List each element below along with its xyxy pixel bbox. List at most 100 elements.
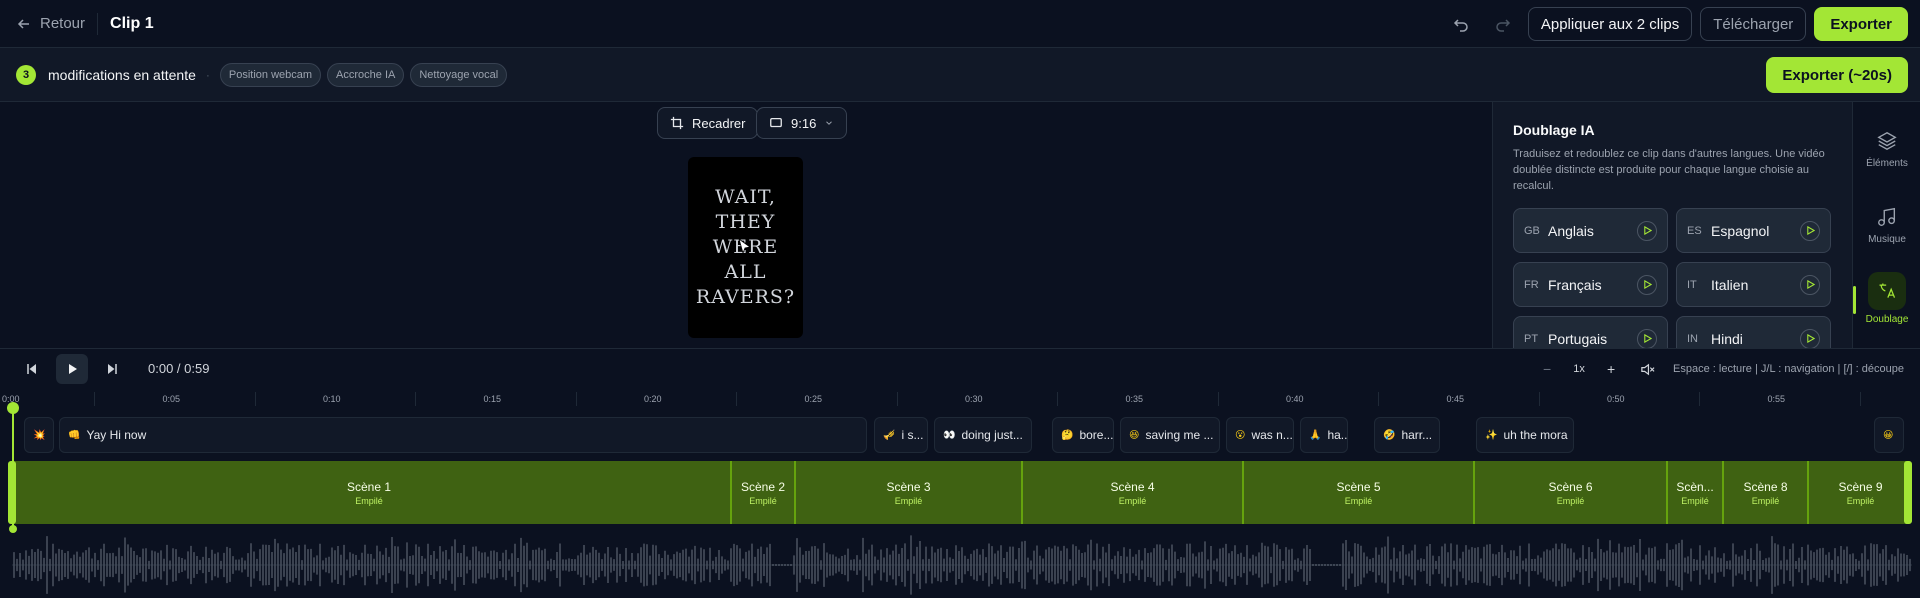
undo-button[interactable] <box>1444 7 1478 41</box>
chip-ai-hook: Accroche IA <box>327 62 405 87</box>
ruler-tick-label: 0:55 <box>1767 394 1786 404</box>
caption-emoji: 😆 <box>1129 429 1140 441</box>
scene-mode: Empilé <box>1846 495 1875 506</box>
scene-block[interactable]: Scène 9 Empilé <box>1809 461 1912 524</box>
language-code: PT <box>1524 332 1539 345</box>
top-bar: Retour Clip 1 Appliquer aux 2 clips Télé… <box>0 0 1920 48</box>
translate-icon <box>1879 283 1896 298</box>
speed-button[interactable]: 1x <box>1569 363 1589 375</box>
rail-elements[interactable]: Éléments <box>1853 130 1920 169</box>
caption-emoji: 😮 <box>1235 429 1246 441</box>
playhead-base <box>9 525 17 533</box>
panel-title: Doublage IA <box>1513 122 1595 138</box>
caption-segment[interactable]: 😀 <box>1874 417 1904 453</box>
caption-segment[interactable]: 💥 <box>24 417 54 453</box>
ruler-tick-label: 0:25 <box>804 394 823 404</box>
export-estimate-button[interactable]: Exporter (~20s) <box>1766 57 1908 93</box>
language-card-spanish[interactable]: ES Espagnol <box>1676 208 1831 253</box>
play-preview-icon[interactable] <box>1800 328 1820 348</box>
preview-stage: Recadrer 9:16 WAIT, THEY WERE ALL RAVERS… <box>0 102 1492 348</box>
scene-name: Scène 1 <box>346 479 392 494</box>
play-preview-icon[interactable] <box>1637 328 1657 348</box>
scene-mode: Empilé <box>1118 495 1147 506</box>
scene-block[interactable]: Scène 1 Empilé <box>8 461 732 524</box>
caption-segment[interactable]: 😮 was n... <box>1226 417 1294 453</box>
playhead[interactable] <box>12 404 14 530</box>
caption-segment[interactable]: ✨ uh the mora <box>1476 417 1574 453</box>
scene-mode: Empilé <box>1681 495 1709 506</box>
pending-label: modifications en attente <box>48 66 196 83</box>
caption-text: saving me ... <box>1145 428 1214 442</box>
arrow-left-icon <box>17 18 29 29</box>
skip-forward-icon <box>108 363 117 374</box>
scene-mode: Empilé <box>894 495 923 506</box>
skip-back-button[interactable] <box>16 353 48 385</box>
scene-block[interactable]: Scène 6 Empilé <box>1475 461 1668 524</box>
scene-block[interactable]: Scèn... Empilé <box>1668 461 1724 524</box>
caption-text: uh the mora <box>1503 428 1568 442</box>
language-name: Italien <box>1711 276 1749 293</box>
scene-mode: Empilé <box>749 495 777 506</box>
caption-text: ha... <box>1327 428 1348 442</box>
rail-music[interactable]: Musique <box>1853 206 1920 245</box>
timeline-ruler[interactable]: 0:00 0:05 0:10 0:15 0:20 0:25 0:30 0:35 0:40 0:45… <box>0 388 1920 410</box>
back-button[interactable]: Retour <box>16 15 85 32</box>
rail-dubbing[interactable]: Doublage <box>1853 272 1920 325</box>
caption-emoji: 🙏 <box>1309 429 1322 441</box>
language-card-portuguese[interactable]: PT Portugais <box>1513 316 1668 348</box>
reframe-button[interactable]: Recadrer <box>657 107 759 139</box>
scene-block[interactable]: Scène 5 Empilé <box>1244 461 1475 524</box>
ruler-tick-line <box>415 392 416 406</box>
ruler-tick-line <box>254 392 256 406</box>
caption-segment[interactable]: 🤣 harr... <box>1374 417 1440 453</box>
ruler-tick-line <box>575 392 577 406</box>
cursor-pointer-icon <box>738 238 751 254</box>
language-name: Français <box>1548 276 1602 293</box>
scene-name: Scène 8 <box>1743 479 1788 494</box>
screen-icon <box>770 117 782 128</box>
caption-emoji: ✨ <box>1485 429 1498 441</box>
playhead-knob[interactable] <box>7 402 19 414</box>
play-preview-icon[interactable] <box>1637 220 1657 241</box>
language-card-french[interactable]: FR Français <box>1513 262 1668 307</box>
trim-handle-right[interactable] <box>1904 461 1912 524</box>
scene-block[interactable]: Scène 2 Empilé <box>732 461 796 524</box>
zoom-in-button[interactable]: + <box>1601 361 1621 377</box>
language-card-italian[interactable]: IT Italien <box>1676 262 1831 307</box>
caption-segment[interactable]: 😆 saving me ... <box>1120 417 1220 453</box>
caption-segment[interactable]: 🤔 bore... <box>1052 417 1114 453</box>
mute-button[interactable] <box>1633 362 1661 377</box>
zoom-out-button[interactable]: − <box>1537 361 1557 377</box>
keyboard-shortcuts-hint: Espace : lecture | J/L : navigation | [/… <box>1673 363 1904 375</box>
redo-button[interactable] <box>1486 7 1520 41</box>
language-code: GB <box>1524 224 1540 237</box>
download-button[interactable]: Télécharger <box>1700 7 1807 41</box>
scene-block[interactable]: Scène 3 Empilé <box>796 461 1023 524</box>
caption-segment[interactable]: 🎺 i s... <box>874 417 928 453</box>
caption-segment[interactable]: 👊 Yay Hi now <box>59 417 867 453</box>
ruler-tick-line <box>896 392 898 406</box>
language-code: IN <box>1687 332 1698 345</box>
mute-speaker-icon <box>1640 363 1655 375</box>
redo-icon <box>1496 19 1510 32</box>
ruler-tick-line <box>736 392 737 406</box>
scene-block[interactable]: Scène 8 Empilé <box>1724 461 1809 524</box>
caption-segment[interactable]: 👀 doing just... <box>934 417 1032 453</box>
caption-text: harr... <box>1401 428 1433 442</box>
language-name: Espagnol <box>1711 222 1770 239</box>
skip-forward-button[interactable] <box>96 353 128 385</box>
aspect-ratio-select[interactable]: 9:16 <box>756 107 848 139</box>
apply-to-clips-button[interactable]: Appliquer aux 2 clips <box>1527 7 1693 41</box>
caption-emoji: 😀 <box>1883 429 1894 441</box>
play-preview-icon[interactable] <box>1800 220 1820 241</box>
language-card-english[interactable]: GB Anglais <box>1513 208 1668 253</box>
play-button[interactable] <box>56 353 88 384</box>
export-button[interactable]: Exporter <box>1814 7 1908 41</box>
ruler-tick-label: 0:10 <box>323 394 341 404</box>
language-card-hindi[interactable]: IN Hindi <box>1676 316 1831 348</box>
caption-segment[interactable]: 🙏 ha... <box>1300 417 1348 453</box>
play-preview-icon[interactable] <box>1800 274 1820 295</box>
pending-count-badge: 3 <box>16 64 36 85</box>
play-preview-icon[interactable] <box>1637 274 1657 295</box>
scene-block[interactable]: Scène 4 Empilé <box>1023 461 1244 524</box>
